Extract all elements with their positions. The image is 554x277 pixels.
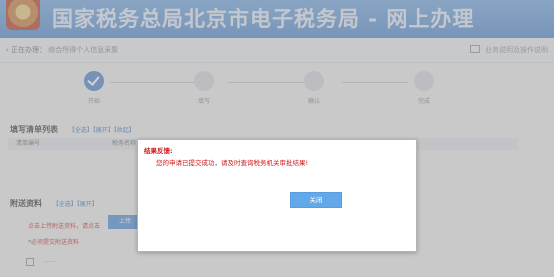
result-dialog: 结果反馈: 您的申请已提交成功，请及时查询税务机关审批结果! 关闭 [137,139,417,252]
dialog-message: 您的申请已提交成功，请及时查询税务机关审批结果! [156,159,309,167]
close-button[interactable]: 关闭 [290,192,342,208]
dialog-title: 结果反馈: [144,147,173,155]
